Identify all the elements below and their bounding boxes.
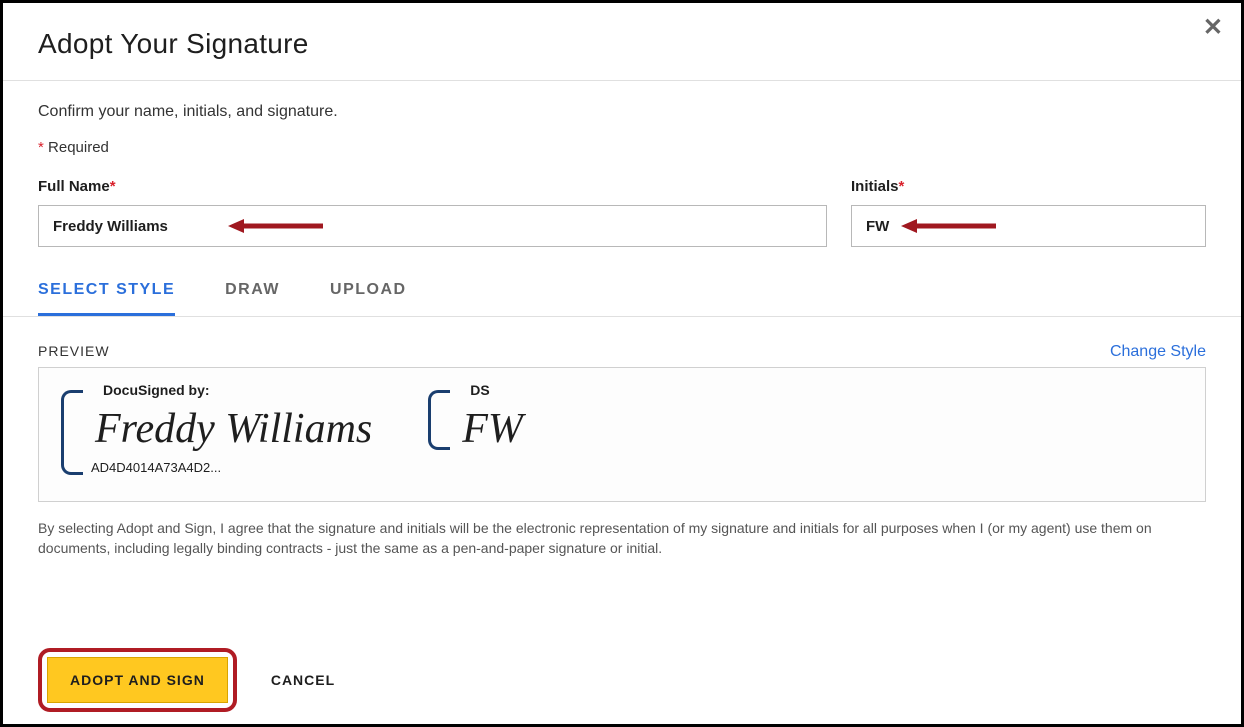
asterisk-icon: *: [38, 139, 44, 156]
initials-label: Initials*: [851, 178, 1206, 195]
disclaimer-text: By selecting Adopt and Sign, I agree tha…: [38, 518, 1206, 559]
adopt-and-sign-button[interactable]: ADOPT AND SIGN: [47, 657, 228, 703]
adopt-highlight: ADOPT AND SIGN: [38, 648, 237, 712]
signature-preview: Freddy Williams: [89, 400, 378, 458]
tab-draw[interactable]: DRAW: [225, 275, 280, 316]
form-row: Full Name* Initials*: [38, 178, 1206, 247]
modal-body: Confirm your name, initials, and signatu…: [3, 81, 1241, 559]
preview-section: PREVIEW Change Style DocuSigned by: Fred…: [38, 317, 1206, 559]
instruction-text: Confirm your name, initials, and signatu…: [38, 103, 1206, 121]
modal-title: Adopt Your Signature: [38, 28, 1206, 60]
preview-box: DocuSigned by: Freddy Williams AD4D4014A…: [38, 367, 1206, 502]
full-name-group: Full Name*: [38, 178, 827, 247]
tabs: SELECT STYLE DRAW UPLOAD: [3, 275, 1241, 317]
initials-preview: FW: [456, 400, 529, 458]
close-button[interactable]: ✕: [1203, 13, 1223, 42]
cancel-button[interactable]: CANCEL: [271, 672, 335, 688]
full-name-input[interactable]: [38, 205, 827, 247]
initials-input-wrapper: [851, 205, 1206, 247]
required-label: Required: [48, 139, 109, 156]
required-note: * Required: [38, 139, 1206, 156]
signature-hash: AD4D4014A73A4D2...: [91, 460, 378, 475]
full-name-label-text: Full Name: [38, 178, 110, 195]
modal-footer: ADOPT AND SIGN CANCEL: [3, 648, 1241, 724]
asterisk-icon: *: [110, 178, 116, 195]
initials-group: Initials*: [851, 178, 1206, 247]
full-name-input-wrapper: [38, 205, 827, 247]
preview-header: PREVIEW Change Style: [38, 343, 1206, 361]
bracket-icon: [61, 390, 83, 475]
bracket-icon: [428, 390, 450, 450]
signature-block: DocuSigned by: Freddy Williams AD4D4014A…: [61, 382, 378, 475]
initials-block: DS FW: [428, 382, 529, 458]
preview-label: PREVIEW: [38, 343, 110, 359]
modal-header: Adopt Your Signature: [3, 3, 1241, 80]
initials-input[interactable]: [851, 205, 1206, 247]
ds-label: DS: [470, 382, 529, 398]
tab-select-style[interactable]: SELECT STYLE: [38, 275, 175, 316]
full-name-label: Full Name*: [38, 178, 827, 195]
asterisk-icon: *: [899, 178, 905, 195]
initials-label-text: Initials: [851, 178, 899, 195]
close-icon: ✕: [1203, 14, 1223, 41]
change-style-link[interactable]: Change Style: [1110, 343, 1206, 361]
docusigned-by-label: DocuSigned by:: [103, 382, 378, 398]
tab-upload[interactable]: UPLOAD: [330, 275, 407, 316]
